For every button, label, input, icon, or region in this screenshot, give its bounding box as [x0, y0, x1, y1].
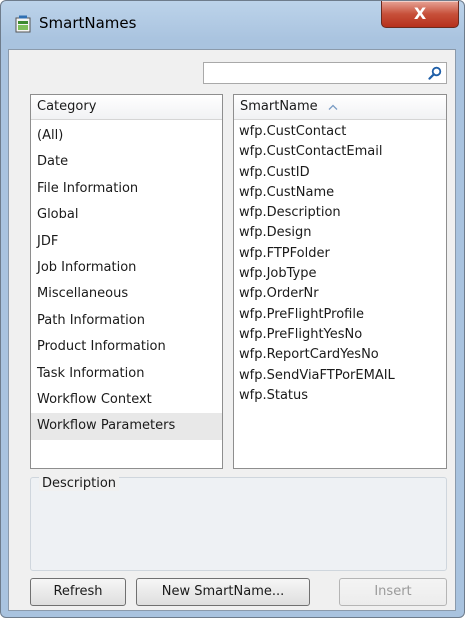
category-item[interactable]: Workflow Parameters: [31, 413, 222, 440]
smartnames-app-icon: [15, 15, 31, 33]
smartname-item[interactable]: wfp.CustID: [234, 163, 446, 183]
title-bar[interactable]: SmartNames X: [1, 1, 464, 47]
smartname-column-header[interactable]: SmartName: [234, 95, 446, 120]
category-item[interactable]: Miscellaneous: [31, 281, 222, 307]
smartname-item[interactable]: wfp.CustContactEmail: [234, 142, 446, 162]
smartname-list[interactable]: wfp.CustContact wfp.CustContactEmail wfp.C…: [234, 122, 446, 406]
refresh-button[interactable]: Refresh: [30, 578, 126, 606]
smartname-item[interactable]: wfp.CustContact: [234, 122, 446, 142]
category-item[interactable]: Path Information: [31, 308, 222, 334]
close-icon: X: [413, 4, 427, 23]
smartname-item[interactable]: wfp.JobType: [234, 264, 446, 284]
category-list-panel[interactable]: Category (All) Date File Information Global…: [30, 94, 223, 469]
category-item[interactable]: Job Information: [31, 255, 222, 281]
category-column-header[interactable]: Category: [31, 95, 222, 120]
sort-ascending-icon: [328, 104, 338, 110]
description-label: Description: [39, 476, 120, 491]
smartname-item[interactable]: wfp.Design: [234, 223, 446, 243]
search-input[interactable]: [206, 64, 426, 84]
category-item[interactable]: Global: [31, 202, 222, 228]
category-header-label: Category: [37, 99, 97, 114]
new-smartname-button[interactable]: New SmartName...: [136, 578, 310, 606]
category-item[interactable]: File Information: [31, 176, 222, 202]
smartname-item[interactable]: wfp.PreFlightProfile: [234, 305, 446, 325]
smartname-list-panel[interactable]: SmartName wfp.CustContact wfp.CustContact…: [233, 94, 447, 469]
insert-button[interactable]: Insert: [339, 578, 447, 606]
smartnames-window: SmartNames X Category (All) Date File Info…: [0, 0, 465, 618]
search-icon[interactable]: [428, 66, 442, 80]
category-item[interactable]: (All): [31, 123, 222, 149]
smartname-item[interactable]: wfp.CustName: [234, 183, 446, 203]
smartname-item[interactable]: wfp.PreFlightYesNo: [234, 325, 446, 345]
smartname-item[interactable]: wfp.Description: [234, 203, 446, 223]
dialog-body: Category (All) Date File Information Global…: [8, 49, 456, 611]
smartname-header-label: SmartName: [240, 99, 318, 114]
category-item[interactable]: JDF: [31, 229, 222, 255]
description-group: Description: [30, 476, 447, 571]
smartname-item[interactable]: wfp.OrderNr: [234, 284, 446, 304]
smartname-item[interactable]: wfp.FTPFolder: [234, 244, 446, 264]
smartname-item[interactable]: wfp.SendViaFTPorEMAIL: [234, 366, 446, 386]
category-item[interactable]: Task Information: [31, 361, 222, 387]
smartname-item[interactable]: wfp.ReportCardYesNo: [234, 345, 446, 365]
category-item[interactable]: Date: [31, 149, 222, 175]
close-button[interactable]: X: [381, 1, 459, 28]
search-field[interactable]: [203, 62, 447, 84]
smartname-item[interactable]: wfp.Status: [234, 386, 446, 406]
window-title: SmartNames: [39, 14, 137, 32]
category-list[interactable]: (All) Date File Information Global JDF Job In…: [31, 123, 222, 440]
category-item[interactable]: Workflow Context: [31, 387, 222, 413]
category-item[interactable]: Product Information: [31, 334, 222, 360]
